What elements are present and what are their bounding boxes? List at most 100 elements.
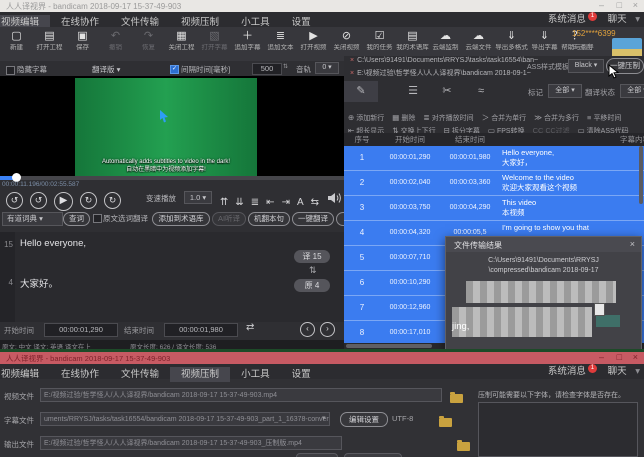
video-file-input[interactable]: E:/视频过验/哲学怪人/人人译视界/bandicam 2018-09-17 1… <box>40 388 442 402</box>
next-subtitle-button[interactable]: › <box>320 322 335 337</box>
seek-button-5[interactable]: ↻ <box>104 192 121 209</box>
select-translate-checkbox[interactable] <box>93 214 102 223</box>
prev-subtitle-button[interactable]: ‹ <box>300 322 315 337</box>
toolbar-button-9[interactable]: ≣追加文本 <box>264 27 297 61</box>
speed-select[interactable]: 1.0 ▾ <box>184 191 212 204</box>
menu-caret-icon[interactable]: ▾ <box>635 14 640 25</box>
menu-item-2[interactable]: 在线协作 <box>50 367 110 382</box>
swap-time-icon[interactable]: ⇄ <box>246 322 254 333</box>
interval-input[interactable]: 500 <box>252 63 282 75</box>
track-select[interactable]: 0 ▾ <box>315 62 339 74</box>
hscrollbar-thumb[interactable] <box>346 344 432 348</box>
mark-filter-select[interactable]: 全部 ▾ <box>548 84 582 98</box>
interval-spinner[interactable]: ⇅ <box>283 63 288 70</box>
subtitle-row-1[interactable]: 100:00:01,29000:00:01,980Hello everyone,… <box>344 146 644 171</box>
toolbar-button-7[interactable]: ▧打开字幕 <box>198 27 231 61</box>
format-icon-6[interactable]: A <box>297 197 304 208</box>
subtitle-file-browse-icon[interactable] <box>439 418 452 427</box>
toolbar-button-1[interactable]: ▢新建 <box>0 27 33 61</box>
editor-line2-text[interactable]: 大家好。 <box>20 276 58 290</box>
view-tab-3-icon[interactable]: ✂ <box>430 81 464 102</box>
subtitle-file-input[interactable]: uments/RRYSJ/tasks/task16554/bandicam 20… <box>40 412 330 426</box>
lookup-word-button[interactable]: 查词 <box>63 212 90 226</box>
front-titlebar[interactable]: 人人译视界 - bandicam 2018-09-17 15-37-49-903… <box>0 352 644 364</box>
header-index[interactable]: 序号 <box>344 133 380 146</box>
swap-lines-icon[interactable]: ⇅ <box>309 265 317 276</box>
back-maximize-button[interactable]: □ <box>617 0 622 11</box>
format-icon-3[interactable]: ≣ <box>251 197 259 208</box>
toolbar-button-2[interactable]: ▤打开工程 <box>33 27 66 61</box>
front-minimize-button[interactable]: – <box>599 352 604 363</box>
tab2-close-icon[interactable]: × <box>350 70 354 77</box>
format-icon-4[interactable]: ⇤ <box>266 197 274 208</box>
back-minimize-button[interactable]: – <box>599 0 604 11</box>
menu-item-4[interactable]: 视频压制 <box>170 367 230 382</box>
toolbar-button-3[interactable]: ▣保存 <box>66 27 99 61</box>
version-dropdown[interactable]: 翻译版 ▾ <box>92 64 120 75</box>
chat-button[interactable]: 聊天 <box>608 14 627 25</box>
bottom-button-sliver-2[interactable] <box>344 453 402 457</box>
seek-button-1[interactable]: ↺ <box>6 192 23 209</box>
video-file-browse-icon[interactable] <box>450 394 463 403</box>
tab1-close-icon[interactable]: × <box>350 57 354 64</box>
front-close-button[interactable]: × <box>633 352 638 363</box>
machine-translate-button[interactable]: 机翻本句 <box>248 212 290 226</box>
file-tab-2[interactable]: ×E:\视频过验\哲学怪人\人人译视界\bandicam 2018-09-1~ <box>350 68 531 78</box>
seek-bar[interactable] <box>0 176 344 180</box>
subtitle-row-3[interactable]: 300:00:03,75000:00:04,290This video本视频 <box>344 196 644 221</box>
start-time-input[interactable]: 00:00:01,290 <box>44 323 118 337</box>
play-button[interactable]: ▶ <box>54 192 73 211</box>
subtitle-row-2[interactable]: 200:00:02,04000:00:03,360Welcome to the … <box>344 171 644 196</box>
seek-button-2[interactable]: ↺ <box>30 192 47 209</box>
output-file-browse-icon[interactable] <box>457 442 470 451</box>
menu-item-5[interactable]: 小工具 <box>230 367 281 382</box>
toolbar-button-10[interactable]: ▶打开视频 <box>297 27 330 61</box>
one-key-translate-button[interactable]: 一键翻译 <box>292 212 334 226</box>
toolbar-button-8[interactable]: ＋追加字幕 <box>231 27 264 61</box>
popup-close-icon[interactable]: × <box>630 239 635 249</box>
account-phone[interactable]: 152****6399 <box>572 29 640 38</box>
ass-template-select[interactable]: Black ▾ <box>568 59 604 73</box>
video-viewport[interactable]: Automatically adds subtitles to video in… <box>0 76 344 176</box>
front-maximize-button[interactable]: □ <box>617 352 622 363</box>
format-icon-1[interactable]: ⇈ <box>220 197 228 208</box>
menu-item-1[interactable]: 视频编辑 <box>0 367 50 382</box>
status-filter-select[interactable]: 全部 ▾ <box>620 84 644 98</box>
front-menu-caret-icon[interactable]: ▾ <box>635 366 640 377</box>
subtitle-file-caret-icon[interactable]: ▾ <box>322 414 326 422</box>
toolbar-button-5[interactable]: ↷恢复 <box>132 27 165 61</box>
dictionary-select[interactable]: 有道词典 ▾ <box>2 212 63 226</box>
format-icon-2[interactable]: ⇊ <box>235 197 243 208</box>
header-end[interactable]: 结束时间 <box>440 133 500 146</box>
format-icon-7[interactable]: ⇆ <box>311 197 319 208</box>
header-content[interactable]: 字幕内容 <box>620 133 644 146</box>
end-time-input[interactable]: 00:00:01,980 <box>164 323 238 337</box>
interval-checkbox[interactable]: ✓ <box>170 65 179 74</box>
header-start[interactable]: 开始时间 <box>380 133 440 146</box>
output-file-input[interactable]: E:/视频过验/哲学怪人/人人译视界/bandicam 2018-09-17 1… <box>40 436 342 450</box>
speaker-icon[interactable] <box>327 192 341 204</box>
vscrollbar-thumb[interactable] <box>639 146 643 204</box>
view-tab-2-icon[interactable]: ☰ <box>396 81 430 102</box>
hide-subtitle-checkbox[interactable] <box>6 66 15 75</box>
format-icon-5[interactable]: ⇥ <box>282 197 290 208</box>
front-system-message-button[interactable]: 系统消息 <box>548 366 586 377</box>
toolbar-button-4[interactable]: ↶撤销 <box>99 27 132 61</box>
menu-item-3[interactable]: 文件传输 <box>110 367 170 382</box>
toolbar-button-6[interactable]: ▦关闭工程 <box>165 27 198 61</box>
ai-transcribe-button[interactable]: AI听译 <box>212 212 246 226</box>
account-avatar[interactable] <box>612 38 642 58</box>
add-term-button[interactable]: 添加到术语库 <box>152 212 210 226</box>
seek-button-4[interactable]: ↻ <box>80 192 97 209</box>
edit-settings-button[interactable]: 编辑设置 <box>340 412 388 427</box>
front-chat-button[interactable]: 聊天 <box>608 366 627 377</box>
system-message-button[interactable]: 系统消息 <box>548 14 586 25</box>
editor-line1-text[interactable]: Hello everyone, <box>20 238 86 249</box>
bottom-button-sliver-1[interactable] <box>296 453 338 457</box>
back-close-button[interactable]: × <box>633 0 638 11</box>
menu-item-6[interactable]: 设置 <box>281 367 322 382</box>
view-tab-1-icon[interactable]: ✎ <box>344 81 378 102</box>
file-tab-1[interactable]: ×C:\Users\91491\Documents\RRYSJ\tasks\ta… <box>350 57 538 64</box>
view-tab-4-icon[interactable]: ≈ <box>464 81 498 102</box>
subtitle-editor[interactable]: 15 Hello everyone, 4 大家好。 译 15 ⇅ 原 4 <box>0 232 344 322</box>
